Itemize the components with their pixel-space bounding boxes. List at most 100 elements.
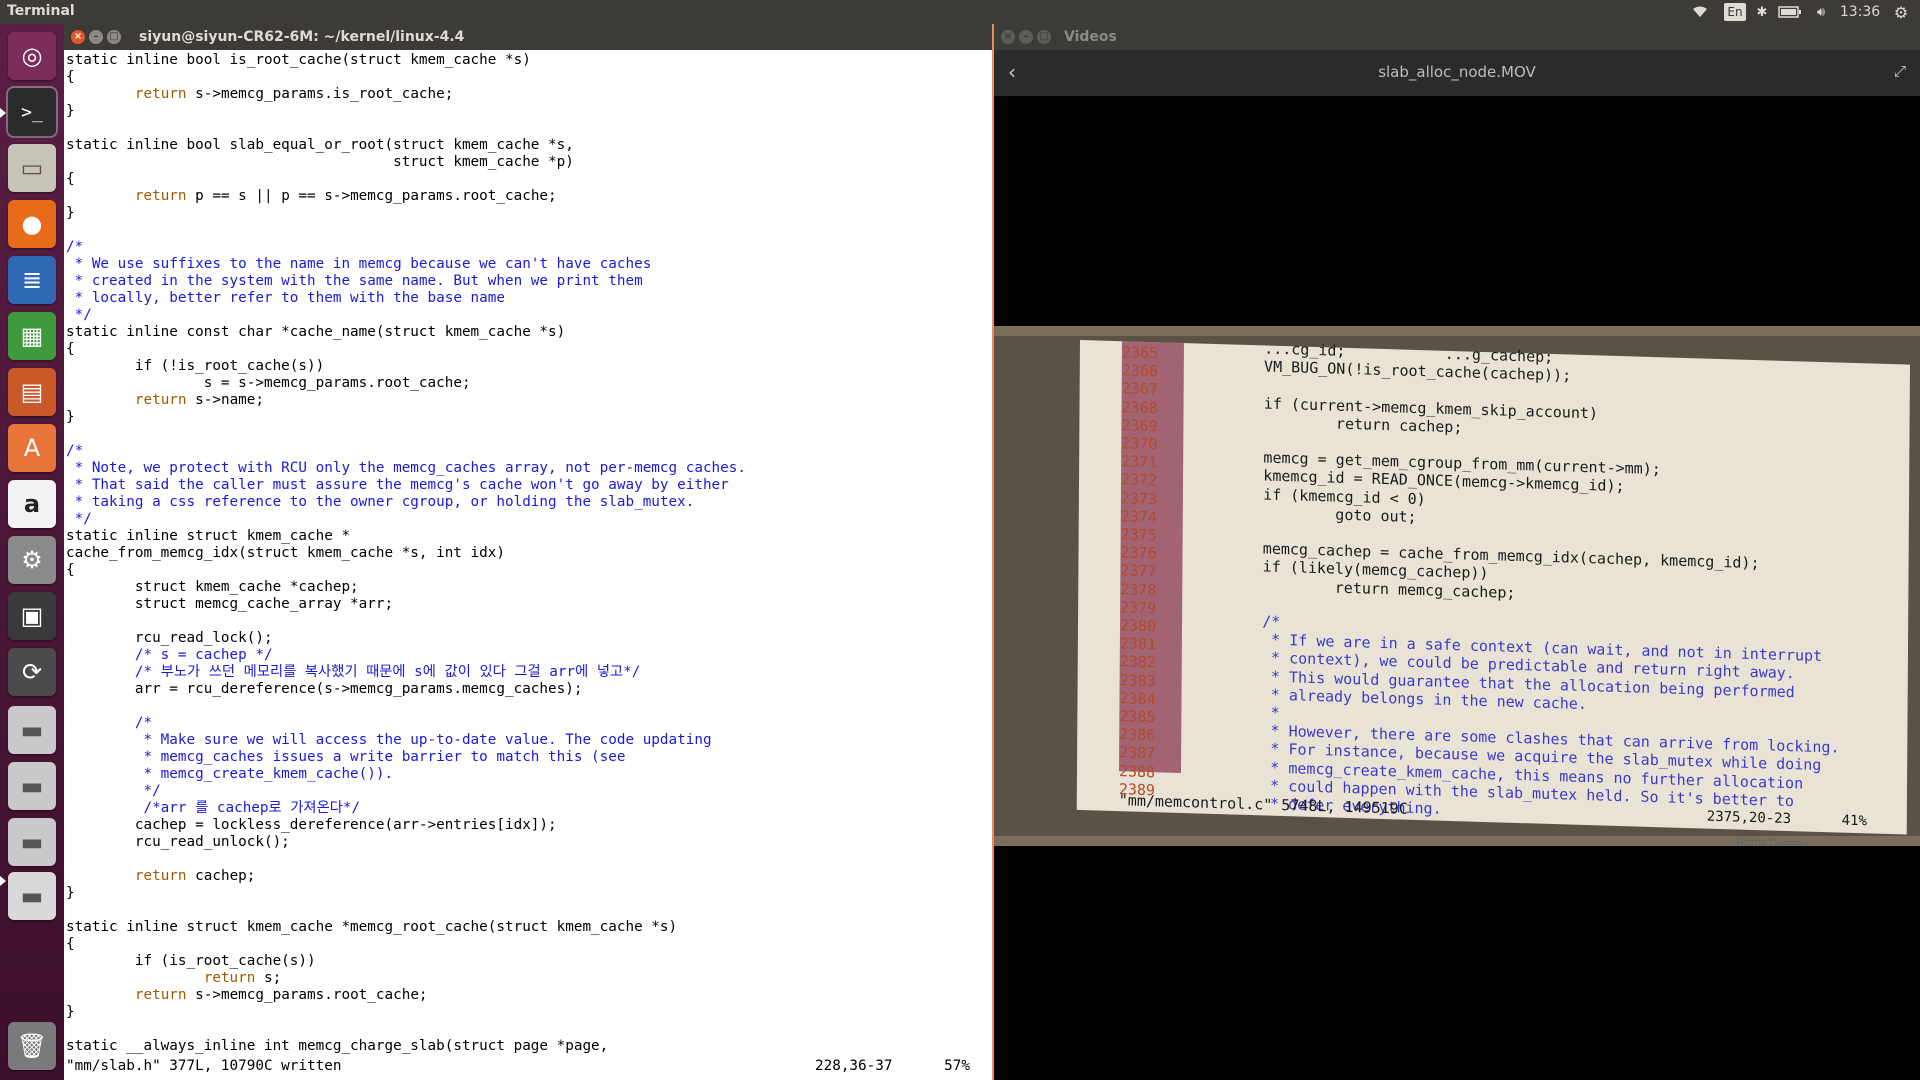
system-gear-icon[interactable]: ⚙ [1890, 2, 1912, 22]
code-line: if (!is_root_cache(s)) [66, 358, 325, 374]
close-button[interactable]: × [1001, 30, 1015, 44]
photographed-code: 2365 2366 2367 2368 2369 2370 2371 2372 2373 2374… [1119, 339, 1910, 817]
code-line: rcu_read_lock(); [66, 630, 273, 646]
terminal-icon[interactable]: >_ [6, 86, 58, 138]
code-line: static inline bool slab_equal_or_root(st… [66, 137, 574, 153]
active-app-name: Terminal [7, 3, 75, 19]
drive-icon[interactable]: ▬ [8, 818, 56, 866]
code-line: rcu_read_unlock(); [66, 834, 290, 850]
software-updater-icon[interactable]: ⟳ [8, 648, 56, 696]
photo-line-number: 2387 [1119, 743, 1156, 763]
code-line: { [66, 341, 75, 357]
code-line: cachep = lockless_dereference(arr->entri… [66, 817, 557, 833]
wifi-icon[interactable] [1690, 2, 1710, 22]
photo-line-number: 2384 [1119, 688, 1156, 709]
photo-line-number: 2386 [1119, 725, 1156, 745]
code-line: /* s = cachep */ [66, 647, 273, 663]
video-file-name: slab_alloc_node.MOV [1378, 63, 1536, 81]
code-line: arr = rcu_dereference(s->memcg_params.me… [66, 681, 583, 697]
photo-line-number: 2365 [1121, 343, 1159, 363]
code-line: return s->name; [134, 392, 264, 408]
code-line: } [66, 205, 75, 221]
photographed-cursor-position: 2375,20-23 [1706, 808, 1792, 828]
battery-icon[interactable] [1776, 2, 1804, 22]
code-line: /* 부노가 쓰던 메모리를 복사했기 때문에 s에 값이 있다 그걸 arr에… [66, 664, 641, 680]
videos-title: Videos [1064, 29, 1117, 45]
photo-line-number: 2376 [1120, 543, 1157, 563]
video-editor-icon[interactable]: ▣ [8, 592, 56, 640]
ubuntu-dash-icon[interactable]: ◎ [8, 32, 56, 80]
photo-line-number: 2382 [1119, 652, 1156, 672]
calc-icon[interactable]: ▦ [8, 312, 56, 360]
running-indicator [0, 108, 6, 118]
photo-line-number: 2380 [1119, 616, 1157, 636]
bluetooth-icon[interactable]: ✱ [1754, 2, 1770, 22]
photo-line-number: 2370 [1121, 434, 1158, 454]
terminal-title: siyun@siyun-CR62-6M: ~/kernel/linux-4.4 [139, 29, 465, 45]
code-line: } [66, 1004, 75, 1020]
code-line: */ [66, 307, 92, 323]
code-line: s = s->memcg_params.root_cache; [66, 375, 471, 391]
photographed-position: 2375,20-23 41% [1707, 809, 1867, 830]
code-editor[interactable]: static inline bool is_root_cache(struct … [66, 52, 992, 1080]
code-line: { [66, 171, 75, 187]
close-button[interactable]: × [71, 30, 85, 44]
volume-icon[interactable]: 🔊︎ [1810, 2, 1832, 22]
cursor-position: 228,36-37 [815, 1058, 893, 1074]
code-line: * We use suffixes to the name in memcg b… [66, 256, 652, 272]
code-line: * taking a css reference to the owner cg… [66, 494, 695, 510]
code-line: { [66, 562, 75, 578]
maximize-button[interactable]: □ [1037, 30, 1051, 44]
code-line: return s; [203, 970, 282, 986]
system-settings-icon[interactable]: ⚙ [8, 536, 56, 584]
code-line: return p == s || p == s->memcg_params.ro… [134, 188, 557, 204]
video-frame[interactable]: 2365 2366 2367 2368 2369 2370 2371 2372 2373 2374… [994, 326, 1920, 846]
writer-icon[interactable]: ≣ [8, 256, 56, 304]
code-line: { [66, 936, 75, 952]
drive-icon[interactable]: ▬ [8, 706, 56, 754]
files-icon[interactable]: ▭ [8, 144, 56, 192]
video-photo-of-monitor: 2365 2366 2367 2368 2369 2370 2371 2372 2373 2374… [994, 336, 1920, 846]
keyboard-lang-indicator[interactable]: En [1724, 3, 1746, 21]
drive-icon[interactable]: ▬ [8, 762, 56, 810]
code-line: static inline bool is_root_cache(struct … [66, 52, 531, 68]
terminal-window: × – □ siyun@siyun-CR62-6M: ~/kernel/linu… [64, 24, 994, 1080]
code-line: if (is_root_cache(s)) [66, 953, 316, 969]
code-line: } [66, 103, 75, 119]
minimize-button[interactable]: – [1019, 30, 1033, 44]
photo-line-number: 2373 [1120, 488, 1158, 508]
drive-icon[interactable]: ▬ [8, 872, 56, 920]
minimize-button[interactable]: – [89, 30, 103, 44]
firefox-icon[interactable]: ● [8, 200, 56, 248]
keyword: return [134, 188, 187, 204]
code-line: * created in the system with the same na… [66, 273, 643, 289]
code-line: * memcg_create_kmem_cache()). [66, 766, 394, 782]
code-line: static inline struct kmem_cache *memcg_r… [66, 919, 678, 935]
code-line: struct kmem_cache *p) [66, 154, 574, 170]
running-indicator [0, 876, 6, 886]
video-header-bar: ‹ slab_alloc_node.MOV ⤢ [994, 50, 1920, 96]
photo-line-number: 2374 [1120, 507, 1157, 527]
amazon-icon[interactable]: a [8, 480, 56, 528]
photo-line-number: 2381 [1119, 634, 1157, 654]
videos-window: × – □ Videos ‹ slab_alloc_node.MOV ⤢ 236… [994, 24, 1920, 1080]
code-line: /* [66, 715, 153, 731]
clock[interactable]: 13:36 [1840, 2, 1880, 22]
photo-line-number: 2388 [1118, 761, 1156, 781]
maximize-button[interactable]: □ [107, 30, 121, 44]
code-line: * That said the caller must assure the m… [66, 477, 729, 493]
code-line: * Make sure we will access the up-to-dat… [66, 732, 712, 748]
code-line: */ [66, 783, 161, 799]
terminal-titlebar: × – □ siyun@siyun-CR62-6M: ~/kernel/linu… [64, 24, 992, 50]
photo-line-number: 2366 [1121, 361, 1158, 381]
code-line: static inline struct kmem_cache * [66, 528, 351, 544]
trash-icon[interactable]: 🗑︎ [8, 1022, 56, 1070]
software-center-icon[interactable]: A [8, 424, 56, 472]
code-line: static inline const char *cache_name(str… [66, 324, 566, 340]
photo-line-number: 2371 [1121, 452, 1158, 472]
photo-line-number: 2383 [1119, 670, 1156, 690]
fullscreen-icon[interactable]: ⤢ [1894, 62, 1906, 80]
code-line: } [66, 409, 75, 425]
keyword: return [134, 86, 187, 102]
impress-icon[interactable]: ▤ [8, 368, 56, 416]
